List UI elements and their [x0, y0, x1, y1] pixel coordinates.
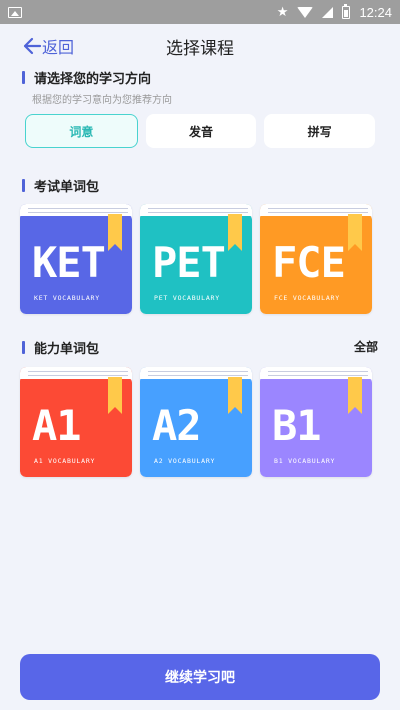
bookmark-icon	[348, 377, 362, 414]
wifi-icon	[297, 6, 314, 18]
status-time: 12:24	[359, 4, 392, 20]
exam-books: KET KET VOCABULARY PET PET VOCABULARY FC…	[20, 204, 372, 314]
page-title: 选择课程	[166, 39, 234, 59]
book-pet[interactable]: PET PET VOCABULARY	[140, 204, 252, 314]
header: 返回 选择课程	[0, 24, 400, 68]
book-ket[interactable]: KET KET VOCABULARY	[20, 204, 132, 314]
section-bar-icon	[22, 71, 25, 84]
book-fce[interactable]: FCE FCE VOCABULARY	[260, 204, 372, 314]
status-bar: ★ 12:24	[0, 0, 400, 24]
direction-hint: 根据您的学习意向为您推荐方向	[32, 95, 172, 106]
tab-pronunciation[interactable]: 发音	[145, 114, 257, 148]
direction-section-title: 请选择您的学习方向	[22, 68, 151, 87]
bookmark-icon	[228, 214, 242, 251]
battery-icon	[342, 3, 351, 19]
book-b1[interactable]: B1 B1 VOCABULARY	[260, 367, 372, 477]
book-subtitle: A1 VOCABULARY	[34, 457, 96, 465]
bookmark-icon	[228, 377, 242, 414]
continue-learning-button[interactable]: 继续学习吧	[20, 654, 380, 700]
tab-spelling[interactable]: 拼写	[264, 114, 376, 148]
book-a1[interactable]: A1 A1 VOCABULARY	[20, 367, 132, 477]
direction-tabs: 词意 发音 拼写	[25, 114, 376, 148]
exam-section-title: 考试单词包	[22, 176, 99, 195]
gallery-notification-icon	[8, 6, 22, 18]
view-all-link[interactable]: 全部	[354, 338, 378, 355]
book-code: PET	[152, 238, 226, 287]
book-code: A2	[152, 401, 202, 450]
book-subtitle: KET VOCABULARY	[34, 294, 100, 302]
bookmark-icon	[108, 377, 122, 414]
signal-icon	[322, 6, 334, 18]
section-bar-icon	[22, 341, 25, 354]
book-a2[interactable]: A2 A2 VOCABULARY	[140, 367, 252, 477]
book-code: KET	[32, 238, 106, 287]
ability-books: A1 A1 VOCABULARY A2 A2 VOCABULARY B1 B1 …	[20, 367, 372, 477]
section-bar-icon	[22, 179, 25, 192]
bookmark-icon	[108, 214, 122, 251]
book-code: B1	[272, 401, 322, 450]
book-subtitle: B1 VOCABULARY	[274, 457, 336, 465]
book-code: A1	[32, 401, 82, 450]
star-icon: ★	[276, 4, 289, 20]
book-code: FCE	[272, 238, 346, 287]
book-subtitle: FCE VOCABULARY	[274, 294, 340, 302]
tab-meaning[interactable]: 词意	[25, 114, 138, 148]
ability-section-title: 能力单词包	[22, 338, 99, 357]
book-subtitle: PET VOCABULARY	[154, 294, 220, 302]
book-subtitle: A2 VOCABULARY	[154, 457, 216, 465]
bookmark-icon	[348, 214, 362, 251]
